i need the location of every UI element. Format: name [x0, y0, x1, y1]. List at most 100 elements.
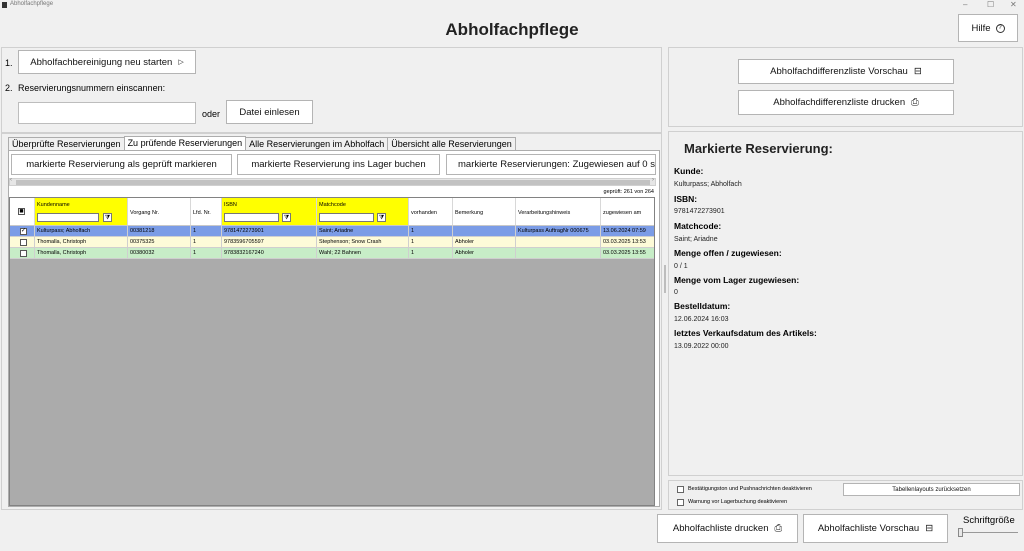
difference-print-label: Abholfachdifferenzliste drucken — [773, 97, 906, 108]
tab-all-in-pickup[interactable]: Alle Reservierungen im Abholfach — [245, 137, 389, 150]
table-row[interactable]: ✓ Kulturpass; Abholfach 00381218 1 97814… — [10, 226, 654, 237]
window-title: Abholfachpflege — [10, 1, 54, 7]
font-size-slider[interactable] — [958, 532, 1018, 533]
mark-checked-button[interactable]: markierte Reservierung als geprüft marki… — [11, 154, 232, 175]
filter-icon[interactable]: ⧩ — [103, 213, 112, 222]
scan-input[interactable] — [18, 102, 196, 124]
filter-icon[interactable]: ⧩ — [377, 213, 386, 222]
cell-bemerkung[interactable]: Abholer — [453, 248, 516, 259]
maximize-icon[interactable]: ☐ — [987, 0, 994, 9]
printer-icon: ⎙ — [774, 523, 783, 534]
tab-checked[interactable]: Überprüfte Reservierungen — [8, 137, 125, 150]
column-header-lfd[interactable]: Lfd. Nr. — [191, 198, 222, 226]
import-file-button[interactable]: Datei einlesen — [226, 100, 313, 124]
cell-kundenname[interactable]: Thomalla, Christoph — [35, 237, 128, 248]
cell-isbn[interactable]: 9781472273901 — [222, 226, 317, 237]
splitter-handle[interactable] — [664, 265, 666, 293]
cell-vorgang[interactable]: 00375325 — [128, 237, 191, 248]
column-header-isbn[interactable]: ISBN ⧩ — [222, 198, 317, 226]
isbn-label: ISBN: — [674, 194, 698, 204]
restart-cleanup-button[interactable]: Abholfachbereinigung neu starten ▷ — [18, 50, 196, 74]
select-all-checkbox[interactable]: ■ — [18, 208, 25, 215]
preview-icon: ⊟ — [925, 523, 934, 534]
print-list-button[interactable]: Abholfachliste drucken ⎙ — [657, 514, 798, 543]
cell-lfd[interactable]: 1 — [191, 248, 222, 259]
app-icon — [2, 2, 7, 8]
horizontal-scrollbar[interactable]: ‹ › — [9, 177, 656, 186]
column-header-kundenname[interactable]: Kundenname ⧩ — [35, 198, 128, 226]
play-icon: ▷ — [178, 59, 184, 66]
table-row[interactable]: Thomalla, Christoph 00375325 1 978359670… — [10, 237, 654, 248]
filter-icon[interactable]: ⧩ — [282, 213, 291, 222]
cell-kundenname[interactable]: Kulturpass; Abholfach — [35, 226, 128, 237]
minimize-icon[interactable]: – — [963, 0, 967, 9]
push-checkbox[interactable] — [677, 486, 684, 493]
cell-isbn[interactable]: 9783832167240 — [222, 248, 317, 259]
tab-to-check[interactable]: Zu prüfende Reservierungen — [123, 136, 247, 150]
tab-overview[interactable]: Übersicht alle Reservierungen — [387, 137, 516, 150]
lager-label: Menge vom Lager zugewiesen: — [674, 275, 800, 285]
menge-value: 0 / 1 — [674, 263, 688, 270]
row-checkbox[interactable] — [20, 250, 27, 257]
warn-checkbox[interactable] — [677, 499, 684, 506]
verkauf-value: 13.09.2022 00:00 — [674, 343, 729, 350]
scrollbar-thumb[interactable] — [16, 180, 650, 185]
kunde-value: Kulturpass; Abholfach — [674, 181, 742, 188]
cell-matchcode[interactable]: Wahl; 22 Bahnen — [317, 248, 409, 259]
cell-zugewiesen[interactable]: 03.03.2025 13:53 — [601, 237, 654, 248]
cell-verarbeitungshinweis[interactable]: Kulturpass AuftragNr 000675 — [516, 226, 601, 237]
cell-vorhanden[interactable]: 1 — [409, 237, 453, 248]
filter-isbn-input[interactable] — [224, 213, 279, 222]
table-row[interactable]: Thomalla, Christoph 00380032 1 978383216… — [10, 248, 654, 259]
difference-preview-button[interactable]: Abholfachdifferenzliste Vorschau ⊟ — [738, 59, 954, 84]
kunde-label: Kunde: — [674, 166, 704, 176]
cell-vorgang[interactable]: 00380032 — [128, 248, 191, 259]
cell-vorhanden[interactable]: 1 — [409, 248, 453, 259]
page-title: Abholfachpflege — [445, 20, 579, 39]
cell-bemerkung[interactable]: Abholer — [453, 237, 516, 248]
cell-isbn[interactable]: 9783596705597 — [222, 237, 317, 248]
column-header-vorgang[interactable]: Vorgang Nr. — [128, 198, 191, 226]
cell-vorhanden[interactable]: 1 — [409, 226, 453, 237]
font-size-slider-thumb[interactable] — [958, 528, 963, 537]
filter-kundenname-input[interactable] — [37, 213, 99, 222]
difference-print-button[interactable]: Abholfachdifferenzliste drucken ⎙ — [738, 90, 954, 115]
cell-bemerkung[interactable] — [453, 226, 516, 237]
cell-zugewiesen[interactable]: 03.03.2025 13:55 — [601, 248, 654, 259]
column-label: ISBN — [224, 202, 237, 208]
filter-matchcode-input[interactable] — [319, 213, 374, 222]
column-header-verarbeitungshinweis[interactable]: Verarbeitungshinweis — [516, 198, 601, 226]
difference-preview-label: Abholfachdifferenzliste Vorschau — [770, 66, 908, 77]
font-size-label: Schriftgröße — [963, 515, 1015, 526]
book-storage-button[interactable]: markierte Reservierung ins Lager buchen — [237, 154, 440, 175]
column-header-zugewiesen[interactable]: zugewiesen am — [601, 198, 654, 226]
cell-lfd[interactable]: 1 — [191, 226, 222, 237]
cell-verarbeitungshinweis[interactable] — [516, 237, 601, 248]
cell-matchcode[interactable]: Saint; Ariadne — [317, 226, 409, 237]
cell-lfd[interactable]: 1 — [191, 237, 222, 248]
grid-header: ■ Kundenname ⧩ Vorgang Nr. Lfd. Nr. ISBN… — [10, 198, 654, 226]
row-checkbox[interactable]: ✓ — [20, 228, 27, 235]
grid-status: geprüft: 261 von 264 — [603, 189, 654, 195]
column-header-bemerkung[interactable]: Bemerkung — [453, 198, 516, 226]
set-assigned-button[interactable]: markierte Reservierungen: Zugewiesen auf… — [446, 154, 656, 175]
column-header-matchcode[interactable]: Matchcode ⧩ — [317, 198, 409, 226]
reset-layouts-button[interactable]: Tabellenlayouts zurücksetzen — [843, 483, 1020, 496]
help-button[interactable]: Hilfe ? — [958, 14, 1018, 42]
printer-icon: ⎙ — [911, 97, 919, 108]
preview-list-button[interactable]: Abholfachliste Vorschau ⊟ — [803, 514, 948, 543]
verkauf-label: letztes Verkaufsdatum des Artikels: — [674, 328, 817, 338]
column-header-vorhanden[interactable]: vorhanden — [409, 198, 453, 226]
cell-zugewiesen[interactable]: 13.06.2024 07:59 — [601, 226, 654, 237]
close-icon[interactable]: ✕ — [1010, 0, 1017, 9]
row-checkbox[interactable] — [20, 239, 27, 246]
scroll-right-icon[interactable]: › — [652, 177, 654, 183]
cell-kundenname[interactable]: Thomalla, Christoph — [35, 248, 128, 259]
cell-vorgang[interactable]: 00381218 — [128, 226, 191, 237]
cell-matchcode[interactable]: Stephenson; Snow Crash — [317, 237, 409, 248]
cell-verarbeitungshinweis[interactable] — [516, 248, 601, 259]
scroll-left-icon[interactable]: ‹ — [10, 177, 12, 183]
oder-label: oder — [202, 109, 221, 119]
warn-label: Warnung vor Lagerbuchung deaktivieren — [688, 499, 788, 505]
step2-number: 2. — [5, 83, 13, 93]
